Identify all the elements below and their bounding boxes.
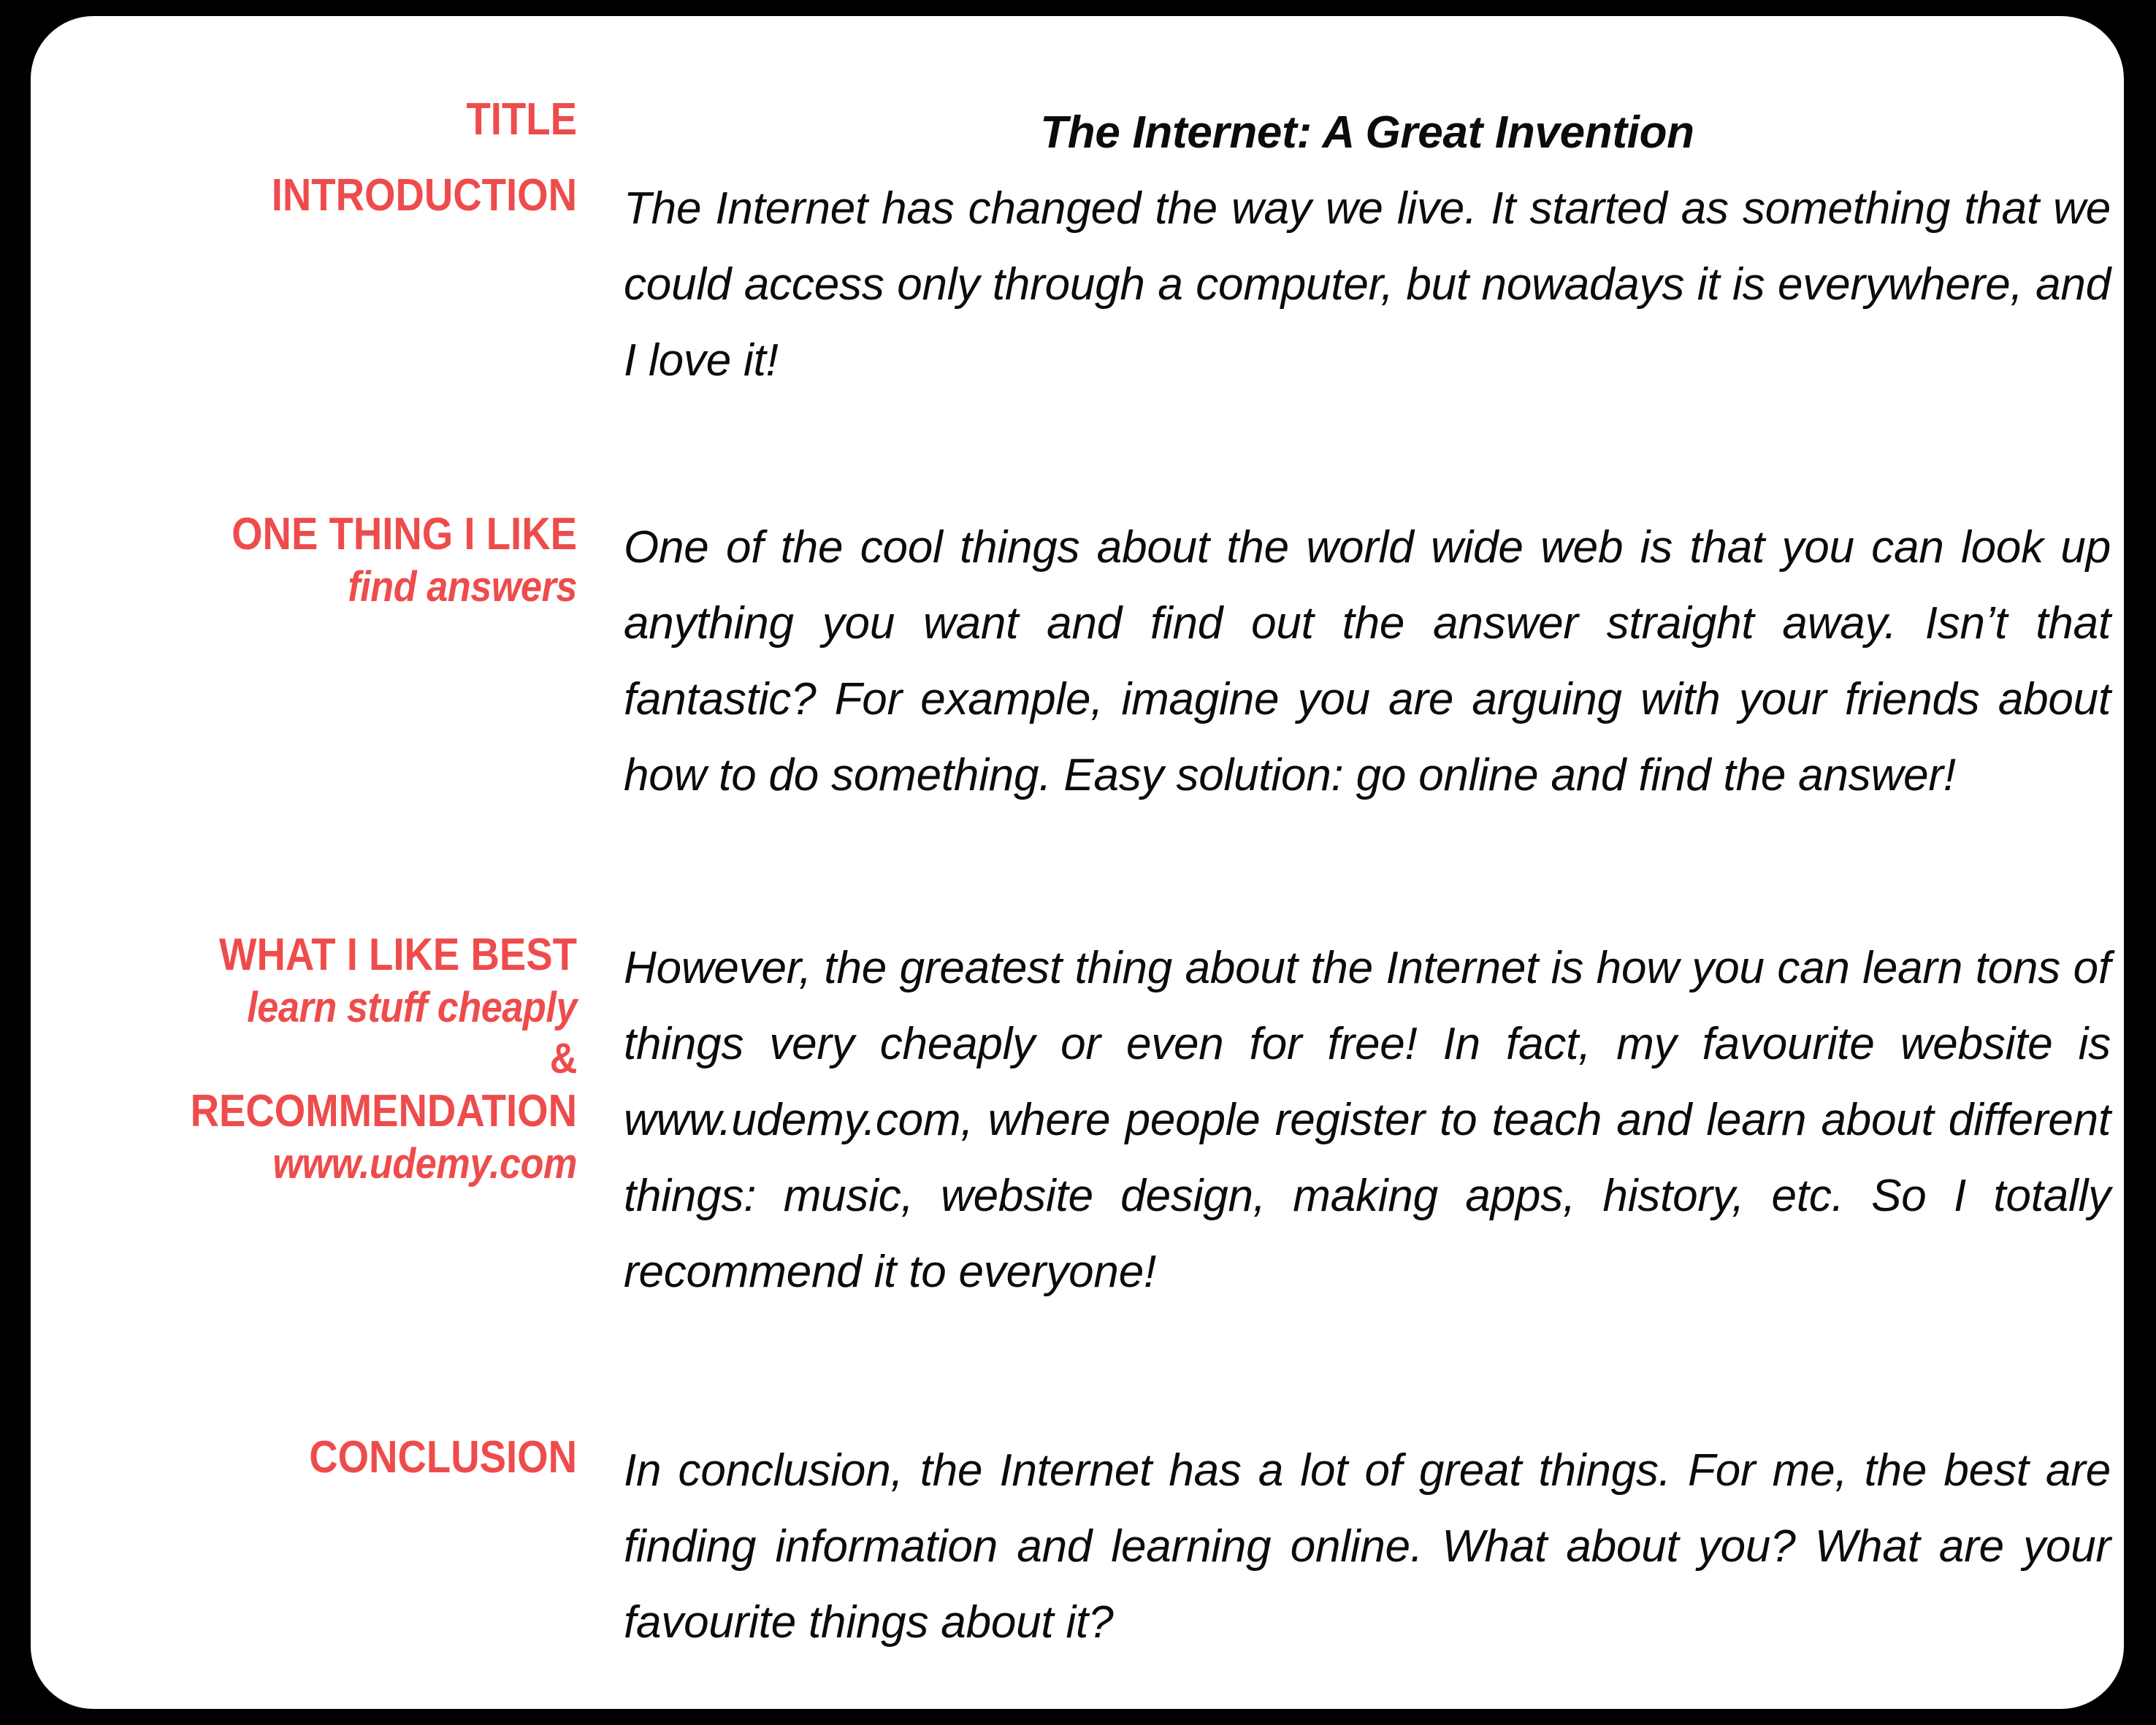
section-title: TITLE The Internet: A Great Invention — [31, 94, 2124, 171]
section-what-i-like-best: WHAT I LIKE BEST learn stuff cheaply & R… — [31, 930, 2124, 1310]
label-stack-title: TITLE — [31, 94, 577, 145]
label-recommendation: RECOMMENDATION — [190, 1085, 577, 1136]
label-stack-introduction: INTRODUCTION — [31, 170, 577, 221]
label-title: TITLE — [466, 94, 577, 145]
label-one-thing-i-like: ONE THING I LIKE — [232, 509, 577, 559]
body-column-one-thing-i-like: One of the cool things about the world w… — [577, 510, 2124, 814]
paragraph-what-i-like-best: However, the greatest thing about the In… — [624, 943, 2111, 1297]
section-conclusion: CONCLUSION In conclusion, the Internet h… — [31, 1432, 2124, 1661]
label-stack-what-i-like-best: WHAT I LIKE BEST learn stuff cheaply & R… — [31, 930, 578, 1187]
essay-sheet: TITLE The Internet: A Great Invention IN… — [31, 16, 2124, 1709]
paragraph-introduction: The Internet has changed the way we live… — [624, 183, 2111, 386]
label-stack-conclusion: CONCLUSION — [31, 1432, 577, 1483]
page-root: TITLE The Internet: A Great Invention IN… — [0, 0, 2156, 1725]
label-introduction: INTRODUCTION — [271, 170, 577, 221]
paragraph-one-thing-i-like: One of the cool things about the world w… — [624, 522, 2111, 800]
paragraph-conclusion: In conclusion, the Internet has a lot of… — [624, 1445, 2111, 1648]
label-column-conclusion: CONCLUSION — [31, 1432, 577, 1483]
section-introduction: INTRODUCTION The Internet has changed th… — [31, 170, 2124, 399]
label-column-what-i-like-best: WHAT I LIKE BEST learn stuff cheaply & R… — [31, 930, 578, 1187]
label-what-i-like-best: WHAT I LIKE BEST — [218, 930, 577, 980]
label-conclusion: CONCLUSION — [309, 1432, 577, 1483]
label-column-one-thing-i-like: ONE THING I LIKE find answers — [31, 509, 577, 611]
section-one-thing-i-like: ONE THING I LIKE find answers One of the… — [31, 509, 2124, 814]
label-column-introduction: INTRODUCTION — [31, 170, 577, 221]
body-column-introduction: The Internet has changed the way we live… — [577, 171, 2124, 399]
label-learn-stuff-cheaply: learn stuff cheaply — [247, 984, 577, 1032]
document-title: The Internet: A Great Invention — [1040, 107, 1694, 158]
label-find-answers: find answers — [348, 563, 577, 611]
label-column-title: TITLE — [31, 94, 577, 145]
body-column-conclusion: In conclusion, the Internet has a lot of… — [577, 1433, 2124, 1661]
body-column-what-i-like-best: However, the greatest thing about the In… — [577, 930, 2124, 1310]
essay-card: TITLE The Internet: A Great Invention IN… — [31, 16, 2124, 1709]
body-column-title: The Internet: A Great Invention — [577, 95, 2124, 171]
label-stack-one-thing-i-like: ONE THING I LIKE find answers — [31, 509, 577, 611]
label-ampersand: & — [549, 1034, 578, 1082]
label-udemy-url: www.udemy.com — [272, 1139, 577, 1187]
